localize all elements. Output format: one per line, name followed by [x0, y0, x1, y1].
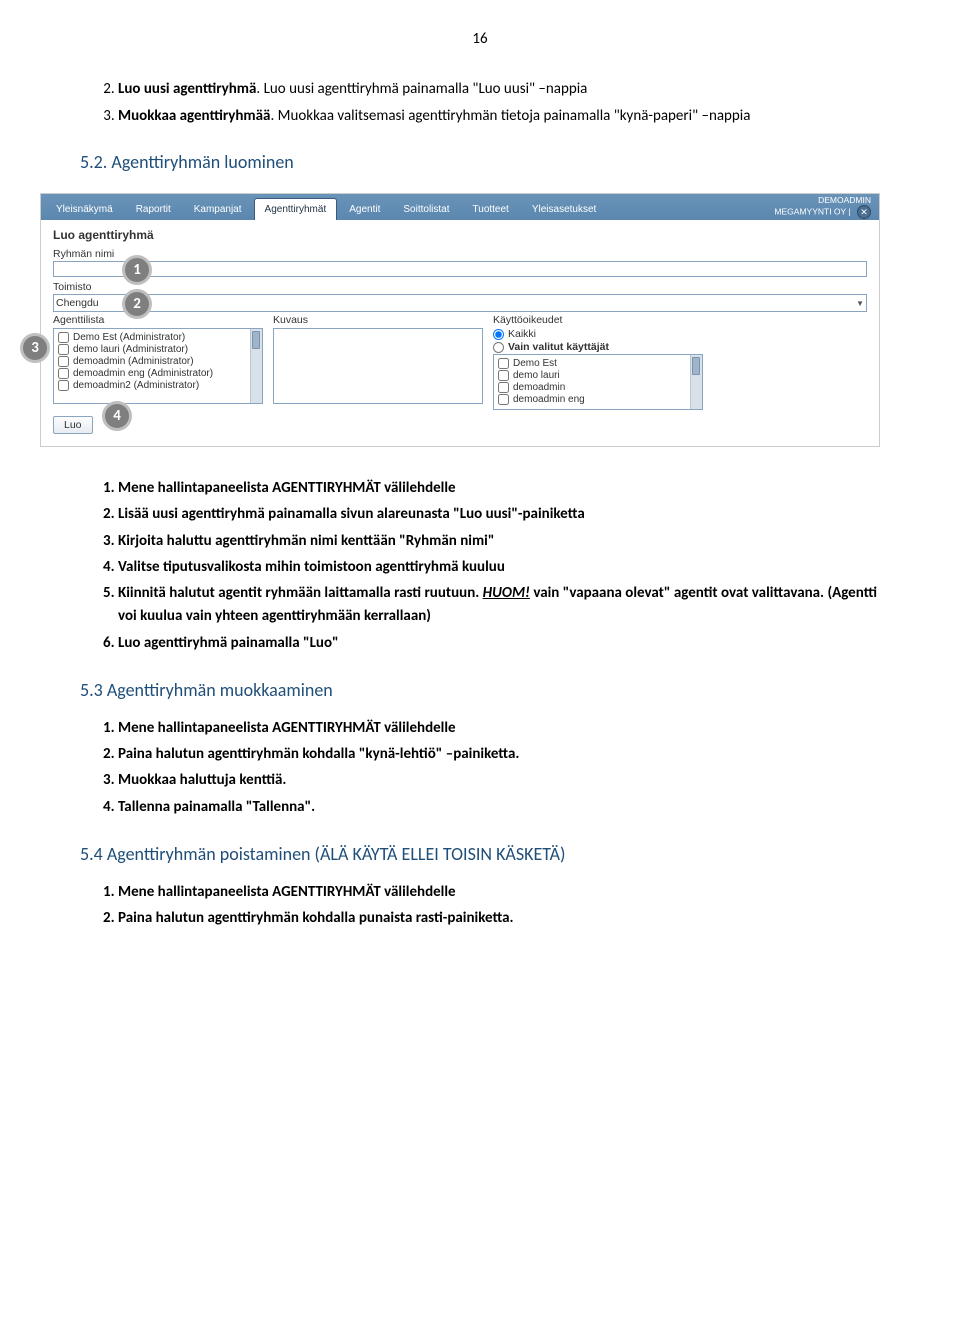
agent-checkbox[interactable] [58, 380, 69, 391]
tab-soittolistat[interactable]: Soittolistat [392, 198, 460, 220]
step-54-2: Paina halutun agenttiryhmän kohdalla pun… [118, 907, 880, 930]
step-52-5-huom: HUOM! [483, 584, 530, 602]
create-group-panel: Luo agenttiryhmä Ryhmän nimi Toimisto Ch… [41, 220, 879, 446]
radio-vain-label: Vain valitut käyttäjät [508, 341, 609, 353]
intro-step-3-bold: Muokkaa agenttiryhmää [118, 107, 270, 125]
step-52-4: Valitse tiputusvalikosta mihin toimistoo… [118, 556, 880, 579]
radio-kaikki[interactable] [493, 329, 504, 340]
agent-label: Demo Est (Administrator) [73, 332, 185, 343]
agent-checkbox[interactable] [58, 368, 69, 379]
intro-step-3: Muokkaa agenttiryhmää. Muokkaa valitsema… [118, 105, 880, 128]
heading-5-3: 5.3 Agenttiryhmän muokkaaminen [80, 679, 880, 701]
tab-agenttiryhmat[interactable]: Agenttiryhmät [254, 198, 338, 220]
scrollbar-thumb[interactable] [692, 357, 700, 375]
scrollbar-track[interactable] [250, 329, 262, 403]
heading-5-2: 5.2. Agenttiryhmän luominen [80, 151, 880, 173]
scrollbar-thumb[interactable] [252, 331, 260, 349]
luo-button[interactable]: Luo [53, 416, 93, 434]
tab-kampanjat[interactable]: Kampanjat [183, 198, 253, 220]
user-checkbox[interactable] [498, 370, 509, 381]
page-number: 16 [80, 30, 880, 48]
step-52-1: Mene hallintapaneelista AGENTTIRYHMÄT vä… [118, 477, 880, 500]
user-checkbox[interactable] [498, 358, 509, 369]
agent-item[interactable]: Demo Est (Administrator) [58, 332, 258, 343]
step-52-5: Kiinnitä halutut agentit ryhmään laittam… [118, 582, 880, 629]
tab-bar: Yleisnäkymä Raportit Kampanjat Agenttiry… [41, 194, 879, 220]
intro-step-2-bold: Luo uusi agenttiryhmä [118, 80, 256, 98]
panel-title: Luo agenttiryhmä [53, 228, 867, 242]
select-toimisto-value: Chengdu [56, 297, 99, 309]
user-label: demoadmin [513, 382, 565, 393]
step-53-2: Paina halutun agenttiryhmän kohdalla "ky… [118, 743, 880, 766]
step-54-1: Mene hallintapaneelista AGENTTIRYHMÄT vä… [118, 881, 880, 904]
intro-steps: Luo uusi agenttiryhmä. Luo uusi agenttir… [118, 78, 880, 127]
tab-yleisasetukset[interactable]: Yleisasetukset [521, 198, 607, 220]
agent-item[interactable]: demoadmin2 (Administrator) [58, 380, 258, 391]
tab-tuotteet[interactable]: Tuotteet [462, 198, 520, 220]
agent-checkbox[interactable] [58, 332, 69, 343]
heading-5-4: 5.4 Agenttiryhmän poistaminen (ÄLÄ KÄYTÄ… [80, 843, 880, 865]
kuvaus-textarea[interactable] [273, 328, 483, 404]
steps-5-4: Mene hallintapaneelista AGENTTIRYHMÄT vä… [118, 881, 880, 931]
agent-label: demoadmin2 (Administrator) [73, 380, 199, 391]
radio-kaikki-row[interactable]: Kaikki [493, 328, 703, 340]
steps-5-3: Mene hallintapaneelista AGENTTIRYHMÄT vä… [118, 717, 880, 819]
step-53-4: Tallenna painamalla "Tallenna". [118, 796, 880, 819]
step-52-5a: Kiinnitä halutut agentit ryhmään laittam… [118, 584, 483, 602]
user-label: Demo Est [513, 358, 557, 369]
tab-agentit[interactable]: Agentit [338, 198, 391, 220]
intro-step-2: Luo uusi agenttiryhmä. Luo uusi agenttir… [118, 78, 880, 101]
callout-1: 1 [122, 255, 152, 285]
radio-vain-row[interactable]: Vain valitut käyttäjät [493, 341, 703, 353]
user-line1: DEMOADMIN [818, 195, 871, 205]
app-screenshot: Yleisnäkymä Raportit Kampanjat Agenttiry… [40, 193, 880, 447]
user-listbox[interactable]: Demo Est demo lauri demoadmin demoadmin … [493, 354, 703, 410]
label-ryhman-nimi: Ryhmän nimi [53, 248, 867, 260]
agent-label: demoadmin (Administrator) [73, 356, 194, 367]
agent-label: demo lauri (Administrator) [73, 344, 188, 355]
select-toimisto[interactable]: Chengdu ▼ [53, 294, 867, 312]
radio-kaikki-label: Kaikki [508, 328, 536, 340]
label-kayttooikeudet: Käyttöoikeudet [493, 314, 703, 326]
agent-item[interactable]: demo lauri (Administrator) [58, 344, 258, 355]
callout-2: 2 [122, 289, 152, 319]
input-ryhman-nimi[interactable] [53, 261, 867, 277]
intro-step-2-rest: . Luo uusi agenttiryhmä painamalla "Luo … [256, 80, 587, 98]
callout-3: 3 [20, 333, 50, 363]
step-53-3: Muokkaa haluttuja kenttiä. [118, 769, 880, 792]
user-checkbox[interactable] [498, 394, 509, 405]
steps-5-2: Mene hallintapaneelista AGENTTIRYHMÄT vä… [118, 477, 880, 655]
logout-icon[interactable]: ✕ [857, 205, 871, 219]
user-item[interactable]: demoadmin [498, 382, 698, 393]
intro-step-3-rest: . Muokkaa valitsemasi agenttiryhmän tiet… [270, 107, 750, 125]
user-label: demoadmin eng [513, 394, 585, 405]
screenshot-wrapper: Yleisnäkymä Raportit Kampanjat Agenttiry… [40, 193, 880, 447]
user-item[interactable]: demo lauri [498, 370, 698, 381]
agent-listbox[interactable]: Demo Est (Administrator) demo lauri (Adm… [53, 328, 263, 404]
chevron-down-icon: ▼ [856, 299, 864, 308]
scrollbar-track[interactable] [690, 355, 702, 409]
user-line2: MEGAMYYNTI OY | [774, 207, 850, 217]
user-item[interactable]: demoadmin eng [498, 394, 698, 405]
agent-checkbox[interactable] [58, 344, 69, 355]
tab-yleisnakyma[interactable]: Yleisnäkymä [45, 198, 124, 220]
tab-raportit[interactable]: Raportit [125, 198, 182, 220]
step-53-1: Mene hallintapaneelista AGENTTIRYHMÄT vä… [118, 717, 880, 740]
user-label: demo lauri [513, 370, 560, 381]
user-item[interactable]: Demo Est [498, 358, 698, 369]
step-52-6: Luo agenttiryhmä painamalla "Luo" [118, 632, 880, 655]
agent-checkbox[interactable] [58, 356, 69, 367]
radio-vain[interactable] [493, 342, 504, 353]
user-checkbox[interactable] [498, 382, 509, 393]
label-toimisto: Toimisto [53, 281, 867, 293]
agent-item[interactable]: demoadmin eng (Administrator) [58, 368, 258, 379]
user-info: DEMOADMIN MEGAMYYNTI OY | ✕ [774, 196, 871, 219]
step-52-3: Kirjoita haluttu agenttiryhmän nimi kent… [118, 530, 880, 553]
callout-4: 4 [102, 401, 132, 431]
agent-item[interactable]: demoadmin (Administrator) [58, 356, 258, 367]
label-kuvaus: Kuvaus [273, 314, 483, 326]
agent-label: demoadmin eng (Administrator) [73, 368, 213, 379]
label-agenttilista: Agenttilista [53, 314, 263, 326]
step-52-2: Lisää uusi agenttiryhmä painamalla sivun… [118, 503, 880, 526]
